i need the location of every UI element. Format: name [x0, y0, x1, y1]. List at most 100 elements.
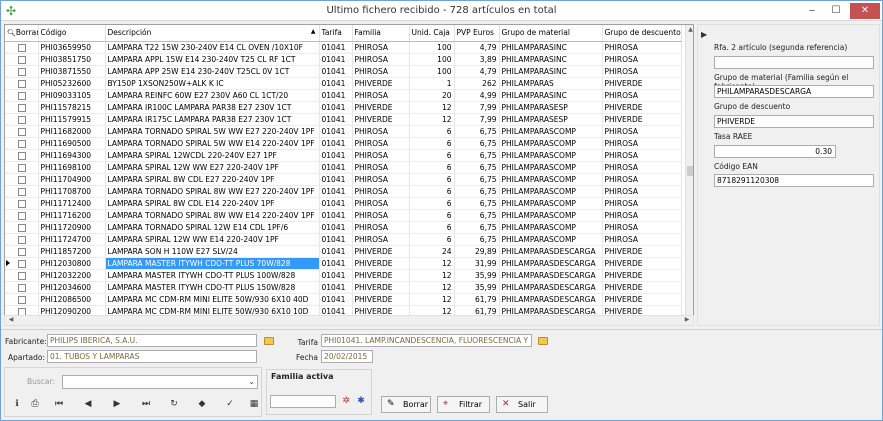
descripcion-cell[interactable]: LAMPARA SON H 110W E27 SLV/24: [105, 245, 320, 258]
grupo-descuento-cell[interactable]: PHIROSA: [602, 89, 682, 102]
borrar-checkbox[interactable]: [18, 283, 27, 292]
column-header-descripcion[interactable]: Descripción ▲: [105, 25, 320, 42]
grid-vertical-scrollbar[interactable]: ▲ ▼: [685, 25, 693, 325]
pvp-cell[interactable]: 6,75: [454, 233, 500, 246]
borrar-checkbox-cell[interactable]: [5, 245, 39, 258]
codigo-cell[interactable]: PHI12034600: [38, 281, 106, 294]
descripcion-cell[interactable]: LAMPARA TORNADO SPIRAL 8W WW E27 220-240…: [105, 185, 320, 198]
borrar-checkbox[interactable]: [18, 67, 27, 76]
grupo-material-cell[interactable]: PHILAMPARASCOMP: [499, 233, 603, 246]
descripcion-cell[interactable]: LAMPARA MC CDM-RM MINI ELITE 50W/930 6X1…: [105, 293, 320, 306]
table-row[interactable]: PHI03871550 LAMPARA APP 25W E14 230-240V …: [5, 65, 682, 78]
table-row[interactable]: PHI11704900 LAMPARA SPIRAL 8W CDL E27 220…: [5, 173, 682, 186]
pvp-cell[interactable]: 7,99: [454, 101, 500, 114]
descripcion-cell[interactable]: LAMPARA SPIRAL 8W CDL E27 220-240V 1PF: [105, 173, 320, 186]
grupo-material-cell[interactable]: PHILAMPARASDESCARGA: [499, 269, 603, 282]
codigo-cell[interactable]: PHI11579915: [38, 113, 106, 126]
pvp-cell[interactable]: 6,75: [454, 125, 500, 138]
check-list-icon[interactable]: ✓: [224, 398, 236, 410]
codigo-cell[interactable]: PHI03659950: [38, 41, 106, 54]
borrar-checkbox-cell[interactable]: [5, 137, 39, 150]
tarifa-cell[interactable]: 01041: [319, 245, 353, 258]
borrar-checkbox-cell[interactable]: [5, 161, 39, 174]
descripcion-cell[interactable]: LAMPARA T22 15W 230-240V E14 CL OVEN /10…: [105, 41, 320, 54]
borrar-checkbox[interactable]: [18, 271, 27, 280]
column-header-borrar[interactable]: 🔍︎Borrar: [5, 25, 39, 42]
codigo-cell[interactable]: PHI12030800: [38, 257, 106, 270]
descripcion-cell[interactable]: LAMPARA MASTER ITYWH CDO-TT PLUS 70W/828: [105, 257, 320, 270]
codigo-cell[interactable]: PHI03851750: [38, 53, 106, 66]
familia-cell[interactable]: PHIROSA: [352, 233, 410, 246]
tarifa-cell[interactable]: 01041: [319, 161, 353, 174]
fecha-field[interactable]: 20/02/2015: [321, 350, 373, 363]
unid-caja-cell[interactable]: 6: [409, 161, 455, 174]
column-header-pvp-euros[interactable]: PVP Euros: [454, 25, 500, 42]
borrar-checkbox-cell[interactable]: [5, 233, 39, 246]
grupo-descuento-cell[interactable]: PHIVERDE: [602, 293, 682, 306]
column-header-tarifa[interactable]: Tarifa: [319, 25, 353, 42]
pvp-cell[interactable]: 4,99: [454, 89, 500, 102]
table-row[interactable]: PHI11690500 LAMPARA TORNADO SPIRAL 5W WW …: [5, 137, 682, 150]
unid-caja-cell[interactable]: 100: [409, 53, 455, 66]
scroll-right-icon[interactable]: ▶: [682, 316, 692, 325]
borrar-checkbox[interactable]: [18, 139, 27, 148]
familia-activa-field[interactable]: [270, 395, 336, 408]
familia-cell[interactable]: PHIVERDE: [352, 113, 410, 126]
pvp-cell[interactable]: 6,75: [454, 173, 500, 186]
borrar-checkbox-cell[interactable]: [5, 77, 39, 90]
grupo-material-cell[interactable]: PHILAMPARASINC: [499, 53, 603, 66]
borrar-checkbox[interactable]: [18, 175, 27, 184]
borrar-checkbox[interactable]: [18, 79, 27, 88]
grupo-material-cell[interactable]: PHILAMPARASDESCARGA: [499, 257, 603, 270]
unid-caja-cell[interactable]: 24: [409, 245, 455, 258]
borrar-checkbox[interactable]: [18, 211, 27, 220]
grupo-material-field[interactable]: PHILAMPARASDESCARGA: [714, 85, 874, 98]
print-icon[interactable]: ⎙: [29, 398, 41, 410]
grupo-descuento-cell[interactable]: PHIROSA: [602, 65, 682, 78]
table-row[interactable]: PHI11712400 LAMPARA SPIRAL 8W CDL E14 220…: [5, 197, 682, 210]
tarifa-cell[interactable]: 01041: [319, 233, 353, 246]
grupo-descuento-cell[interactable]: PHIROSA: [602, 221, 682, 234]
familia-cell[interactable]: PHIROSA: [352, 197, 410, 210]
table-row[interactable]: PHI11579915 LAMPARA IR175C LAMPARA PAR38 …: [5, 113, 682, 126]
codigo-cell[interactable]: PHI11698100: [38, 161, 106, 174]
codigo-cell[interactable]: PHI11724700: [38, 233, 106, 246]
descripcion-cell[interactable]: LAMPARA REINFC 60W E27 230V A60 CL 1CT/2…: [105, 89, 320, 102]
pvp-cell[interactable]: 7,99: [454, 113, 500, 126]
salir-button[interactable]: ✕ Salir: [496, 396, 548, 413]
unid-caja-cell[interactable]: 6: [409, 173, 455, 186]
descripcion-cell[interactable]: LAMPARA TORNADO SPIRAL 5W WW E14 220-240…: [105, 137, 320, 150]
pvp-cell[interactable]: 35,99: [454, 269, 500, 282]
borrar-checkbox[interactable]: [18, 103, 27, 112]
pvp-cell[interactable]: 6,75: [454, 209, 500, 222]
borrar-checkbox[interactable]: [18, 259, 27, 268]
grupo-descuento-cell[interactable]: PHIROSA: [602, 233, 682, 246]
borrar-checkbox-cell[interactable]: [5, 221, 39, 234]
pvp-cell[interactable]: 262: [454, 77, 500, 90]
panel-expand-icon[interactable]: ▶: [701, 30, 707, 39]
column-header-familia[interactable]: Familia: [352, 25, 410, 42]
fabricante-field[interactable]: PHILIPS IBERICA, S.A.U.: [47, 334, 257, 347]
column-header-grupo-material[interactable]: Grupo de material: [499, 25, 603, 42]
familia-cell[interactable]: PHIROSA: [352, 149, 410, 162]
buscar-select[interactable]: ⌄: [62, 375, 258, 389]
search-filter-icon[interactable]: ✲: [340, 395, 352, 407]
ean-field[interactable]: 8718291120308: [714, 174, 874, 187]
tarifa-cell[interactable]: 01041: [319, 149, 353, 162]
table-row[interactable]: PHI11578215 LAMPARA IR100C LAMPARA PAR38 …: [5, 101, 682, 114]
column-header-codigo[interactable]: Código: [38, 25, 106, 42]
familia-cell[interactable]: PHIROSA: [352, 137, 410, 150]
last-record-icon[interactable]: ⏭: [140, 398, 152, 410]
unid-caja-cell[interactable]: 6: [409, 233, 455, 246]
descripcion-cell[interactable]: LAMPARA SPIRAL 12W WW E14 220-240V 1PF: [105, 233, 320, 246]
unid-caja-cell[interactable]: 12: [409, 281, 455, 294]
grupo-material-cell[interactable]: PHILAMPARASCOMP: [499, 125, 603, 138]
codigo-cell[interactable]: PHI11682000: [38, 125, 106, 138]
borrar-checkbox-cell[interactable]: [5, 293, 39, 306]
descripcion-cell[interactable]: BY150P 1XSON250W+ALK K IC: [105, 77, 320, 90]
codigo-cell[interactable]: PHI05232600: [38, 77, 106, 90]
grupo-material-cell[interactable]: PHILAMPARASCOMP: [499, 149, 603, 162]
borrar-checkbox-cell[interactable]: [5, 65, 39, 78]
descripcion-cell[interactable]: LAMPARA IR175C LAMPARA PAR38 E27 230V 1C…: [105, 113, 320, 126]
fabricante-folder-icon[interactable]: [264, 337, 274, 345]
